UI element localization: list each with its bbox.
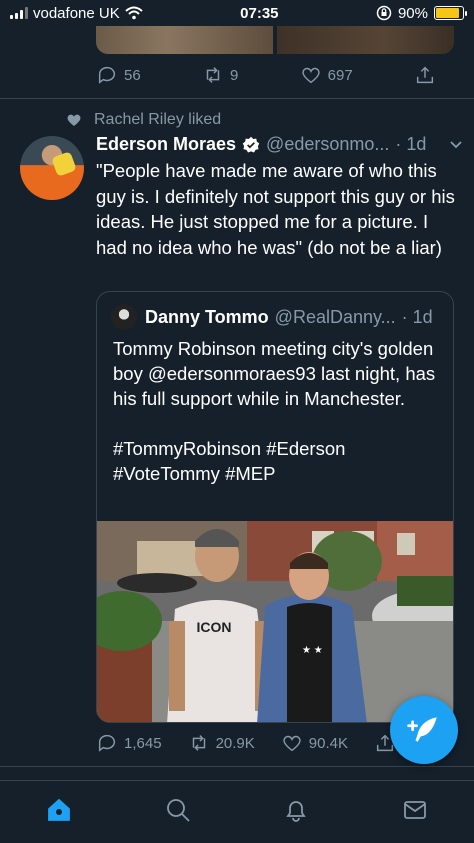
feather-plus-icon [407,717,437,742]
mail-icon [403,800,426,819]
search-icon [166,798,190,822]
home-icon [48,798,71,821]
battery-percent: 90% [397,4,428,22]
tweet-text: "People have made me aware of who this g… [96,160,461,258]
like-button[interactable]: 697 [300,64,353,86]
status-bar: vodafone UK 07:35 90% [0,0,474,26]
divider [0,766,474,767]
reply-button[interactable]: 56 [96,64,141,86]
retweet-icon [206,67,220,83]
previous-tweet-actions: 56 9 697 [96,64,436,86]
tweet-actions: 1,645 20.9K 90.4K [96,732,396,754]
bottom-tab-bar [0,780,474,843]
quoted-author-handle: @RealDanny... [274,306,396,327]
photo-image: ICON ★ ★ [97,521,453,722]
reply-icon [98,734,116,752]
avatar[interactable] [20,136,84,200]
tab-messages[interactable] [401,796,429,829]
heart-icon [283,735,301,752]
bell-icon [286,800,306,822]
tweet-age: · 1d [395,134,427,154]
svg-text:★ ★: ★ ★ [302,645,323,656]
divider [0,98,474,99]
quoted-avatar [111,304,137,330]
chevron-down-icon[interactable] [448,136,464,152]
retweet-icon [192,735,205,751]
quoted-tweet-photo[interactable]: ICON ★ ★ [97,521,453,722]
verified-badge-icon [242,136,260,152]
reply-icon [98,66,116,84]
quoted-tweet-age: · 1d [401,306,433,327]
rotation-lock-icon [376,5,392,21]
compose-tweet-button[interactable] [390,696,458,764]
share-button[interactable] [414,64,436,86]
share-icon [416,66,434,84]
quoted-tweet[interactable]: Danny Tommo @RealDanny... · 1d Tommy Rob… [96,291,454,723]
like-button[interactable]: 90.4K [281,732,348,754]
previous-tweet-media[interactable] [96,26,454,54]
reply-button[interactable]: 1,645 [96,732,162,754]
quoted-tweet-header: Danny Tommo @RealDanny... · 1d [111,304,441,330]
tweet-header: Ederson Moraes @edersonmo... · 1d [96,134,466,155]
wifi-icon [125,6,143,20]
clock: 07:35 [240,4,279,22]
carrier-label: vodafone UK [33,4,120,22]
signal-icon [10,7,28,19]
tab-notifications[interactable] [282,796,310,829]
heart-icon [301,67,320,84]
retweet-button[interactable]: 20.9K [188,732,255,754]
shirt-text: ICON [197,619,232,635]
quoted-author-name: Danny Tommo [145,306,269,327]
quoted-tweet-text: Tommy Robinson meeting city's golden boy… [113,338,436,484]
tab-home[interactable] [45,796,73,829]
social-context[interactable]: Rachel Riley liked [66,111,221,129]
author-name[interactable]: Ederson Moraes [96,134,236,155]
tab-search[interactable] [164,796,192,829]
battery-icon [433,6,467,20]
heart-icon [67,114,81,126]
author-handle: @edersonmo... [266,134,390,154]
retweet-button[interactable]: 9 [202,64,238,86]
